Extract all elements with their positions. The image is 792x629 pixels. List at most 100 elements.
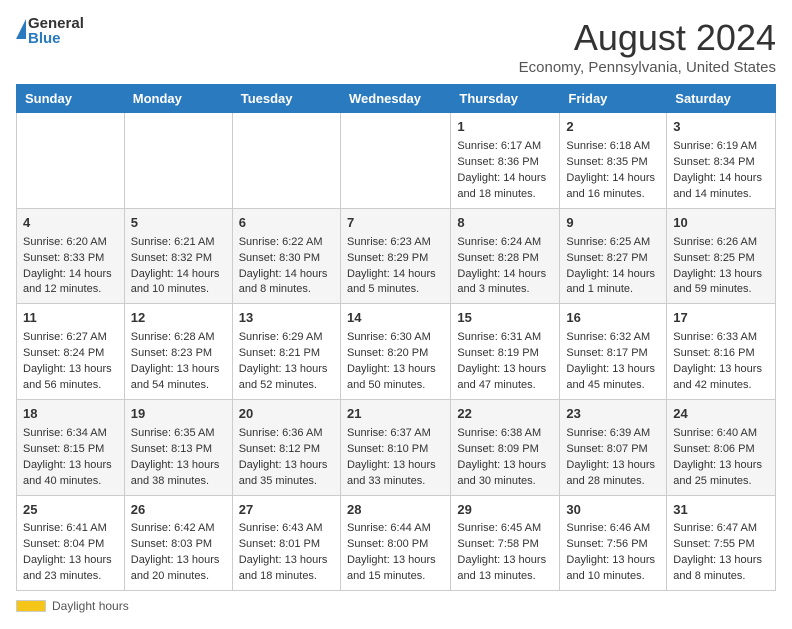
- calendar-cell: 8 Sunrise: 6:24 AM Sunset: 8:28 PM Daylig…: [451, 208, 560, 304]
- calendar-cell: 30Sunrise: 6:46 AM Sunset: 7:56 PM Dayli…: [560, 495, 667, 591]
- day-info: Sunrise: 6:22 AM Sunset: 8:30 PM Dayligh…: [239, 236, 328, 296]
- calendar-cell: 10 Sunrise: 6:26 AM Sunset: 8:25 PM Dayli…: [667, 208, 776, 304]
- subtitle: Economy, Pennsylvania, United States: [519, 59, 776, 76]
- day-number: 5: [131, 214, 226, 233]
- calendar-cell: [124, 113, 232, 209]
- daylight-bar-icon: [16, 600, 46, 612]
- day-info: Sunrise: 6:42 AM Sunset: 8:03 PM Dayligh…: [131, 522, 220, 582]
- calendar-cell: 5 Sunrise: 6:21 AM Sunset: 8:32 PM Daylig…: [124, 208, 232, 304]
- calendar-cell: 17Sunrise: 6:33 AM Sunset: 8:16 PM Dayli…: [667, 304, 776, 400]
- calendar-cell: 25 Sunrise: 6:41 AM Sunset: 8:04 PM Dayli…: [17, 495, 125, 591]
- calendar-cell: [232, 113, 340, 209]
- calendar-cell: 31 Sunrise: 6:47 AM Sunset: 7:55 PM Dayli…: [667, 495, 776, 591]
- day-info: Sunrise: 6:21 AM Sunset: 8:32 PM Dayligh…: [131, 236, 220, 296]
- calendar-cell: [340, 113, 450, 209]
- day-info: Sunrise: 6:28 AM Sunset: 8:23 PM Dayligh…: [131, 331, 220, 391]
- calendar-week-row: 18 Sunrise: 6:34 AM Sunset: 8:15 PM Dayli…: [17, 399, 776, 495]
- calendar-cell: 21 Sunrise: 6:37 AM Sunset: 8:10 PM Dayli…: [340, 399, 450, 495]
- day-header-wednesday: Wednesday: [340, 85, 450, 113]
- calendar-cell: 1 Sunrise: 6:17 AM Sunset: 8:36 PM Daylig…: [451, 113, 560, 209]
- day-info: Sunrise: 6:36 AM Sunset: 8:12 PM Dayligh…: [239, 427, 328, 487]
- day-info: Sunrise: 6:18 AM Sunset: 8:35 PM Dayligh…: [566, 140, 655, 200]
- day-info: Sunrise: 6:31 AM Sunset: 8:19 PM Dayligh…: [457, 331, 546, 391]
- logo-icon: [16, 19, 26, 39]
- calendar-cell: 18 Sunrise: 6:34 AM Sunset: 8:15 PM Dayli…: [17, 399, 125, 495]
- day-info: Sunrise: 6:38 AM Sunset: 8:09 PM Dayligh…: [457, 427, 546, 487]
- day-info: Sunrise: 6:37 AM Sunset: 8:10 PM Dayligh…: [347, 427, 436, 487]
- calendar-table: SundayMondayTuesdayWednesdayThursdayFrid…: [16, 84, 776, 591]
- calendar-cell: 20 Sunrise: 6:36 AM Sunset: 8:12 PM Dayli…: [232, 399, 340, 495]
- day-number: 7: [347, 214, 444, 233]
- day-info: Sunrise: 6:19 AM Sunset: 8:34 PM Dayligh…: [673, 140, 762, 200]
- day-number: 3: [673, 118, 769, 137]
- calendar-cell: 14 Sunrise: 6:30 AM Sunset: 8:20 PM Dayli…: [340, 304, 450, 400]
- day-info: Sunrise: 6:20 AM Sunset: 8:33 PM Dayligh…: [23, 236, 112, 296]
- day-info: Sunrise: 6:24 AM Sunset: 8:28 PM Dayligh…: [457, 236, 546, 296]
- day-info: Sunrise: 6:44 AM Sunset: 8:00 PM Dayligh…: [347, 522, 436, 582]
- day-info: Sunrise: 6:23 AM Sunset: 8:29 PM Dayligh…: [347, 236, 436, 296]
- calendar-cell: 23 Sunrise: 6:39 AM Sunset: 8:07 PM Dayli…: [560, 399, 667, 495]
- calendar-cell: 19 Sunrise: 6:35 AM Sunset: 8:13 PM Dayli…: [124, 399, 232, 495]
- day-info: Sunrise: 6:17 AM Sunset: 8:36 PM Dayligh…: [457, 140, 546, 200]
- day-number: 4: [23, 214, 118, 233]
- day-number: 9: [566, 214, 660, 233]
- day-header-saturday: Saturday: [667, 85, 776, 113]
- day-number: 21: [347, 405, 444, 424]
- calendar-cell: 9Sunrise: 6:25 AM Sunset: 8:27 PM Daylig…: [560, 208, 667, 304]
- day-info: Sunrise: 6:32 AM Sunset: 8:17 PM Dayligh…: [566, 331, 655, 391]
- logo-blue: Blue: [28, 31, 84, 46]
- day-info: Sunrise: 6:34 AM Sunset: 8:15 PM Dayligh…: [23, 427, 112, 487]
- day-number: 13: [239, 309, 334, 328]
- day-number: 18: [23, 405, 118, 424]
- calendar-cell: 27Sunrise: 6:43 AM Sunset: 8:01 PM Dayli…: [232, 495, 340, 591]
- day-number: 15: [457, 309, 553, 328]
- calendar-week-row: 4 Sunrise: 6:20 AM Sunset: 8:33 PM Daylig…: [17, 208, 776, 304]
- day-number: 25: [23, 501, 118, 520]
- day-info: Sunrise: 6:47 AM Sunset: 7:55 PM Dayligh…: [673, 522, 762, 582]
- day-info: Sunrise: 6:30 AM Sunset: 8:20 PM Dayligh…: [347, 331, 436, 391]
- calendar-week-row: 11Sunrise: 6:27 AM Sunset: 8:24 PM Dayli…: [17, 304, 776, 400]
- day-info: Sunrise: 6:43 AM Sunset: 8:01 PM Dayligh…: [239, 522, 328, 582]
- main-title: August 2024: [519, 16, 776, 59]
- day-info: Sunrise: 6:35 AM Sunset: 8:13 PM Dayligh…: [131, 427, 220, 487]
- day-info: Sunrise: 6:41 AM Sunset: 8:04 PM Dayligh…: [23, 522, 112, 582]
- day-number: 28: [347, 501, 444, 520]
- day-header-sunday: Sunday: [17, 85, 125, 113]
- calendar-cell: 29Sunrise: 6:45 AM Sunset: 7:58 PM Dayli…: [451, 495, 560, 591]
- day-number: 23: [566, 405, 660, 424]
- calendar-cell: 24Sunrise: 6:40 AM Sunset: 8:06 PM Dayli…: [667, 399, 776, 495]
- calendar-cell: 22Sunrise: 6:38 AM Sunset: 8:09 PM Dayli…: [451, 399, 560, 495]
- day-number: 31: [673, 501, 769, 520]
- logo-general: General: [28, 16, 84, 31]
- day-info: Sunrise: 6:27 AM Sunset: 8:24 PM Dayligh…: [23, 331, 112, 391]
- header: General Blue August 2024 Economy, Pennsy…: [16, 16, 776, 76]
- day-number: 2: [566, 118, 660, 137]
- calendar-cell: 4 Sunrise: 6:20 AM Sunset: 8:33 PM Daylig…: [17, 208, 125, 304]
- calendar-cell: 11Sunrise: 6:27 AM Sunset: 8:24 PM Dayli…: [17, 304, 125, 400]
- day-number: 8: [457, 214, 553, 233]
- day-number: 14: [347, 309, 444, 328]
- day-number: 10: [673, 214, 769, 233]
- day-number: 6: [239, 214, 334, 233]
- day-header-thursday: Thursday: [451, 85, 560, 113]
- calendar-cell: 28 Sunrise: 6:44 AM Sunset: 8:00 PM Dayli…: [340, 495, 450, 591]
- logo: General Blue: [16, 16, 84, 46]
- day-number: 16: [566, 309, 660, 328]
- daylight-label: Daylight hours: [52, 599, 129, 613]
- day-number: 30: [566, 501, 660, 520]
- calendar-cell: 2 Sunrise: 6:18 AM Sunset: 8:35 PM Daylig…: [560, 113, 667, 209]
- day-number: 1: [457, 118, 553, 137]
- day-info: Sunrise: 6:39 AM Sunset: 8:07 PM Dayligh…: [566, 427, 655, 487]
- day-info: Sunrise: 6:33 AM Sunset: 8:16 PM Dayligh…: [673, 331, 762, 391]
- day-number: 20: [239, 405, 334, 424]
- day-info: Sunrise: 6:45 AM Sunset: 7:58 PM Dayligh…: [457, 522, 546, 582]
- calendar-cell: 7 Sunrise: 6:23 AM Sunset: 8:29 PM Daylig…: [340, 208, 450, 304]
- day-number: 24: [673, 405, 769, 424]
- day-header-friday: Friday: [560, 85, 667, 113]
- calendar-week-row: 1 Sunrise: 6:17 AM Sunset: 8:36 PM Daylig…: [17, 113, 776, 209]
- day-info: Sunrise: 6:26 AM Sunset: 8:25 PM Dayligh…: [673, 236, 762, 296]
- footer-note: Daylight hours: [16, 599, 776, 613]
- day-number: 12: [131, 309, 226, 328]
- calendar-cell: 6 Sunrise: 6:22 AM Sunset: 8:30 PM Daylig…: [232, 208, 340, 304]
- day-number: 19: [131, 405, 226, 424]
